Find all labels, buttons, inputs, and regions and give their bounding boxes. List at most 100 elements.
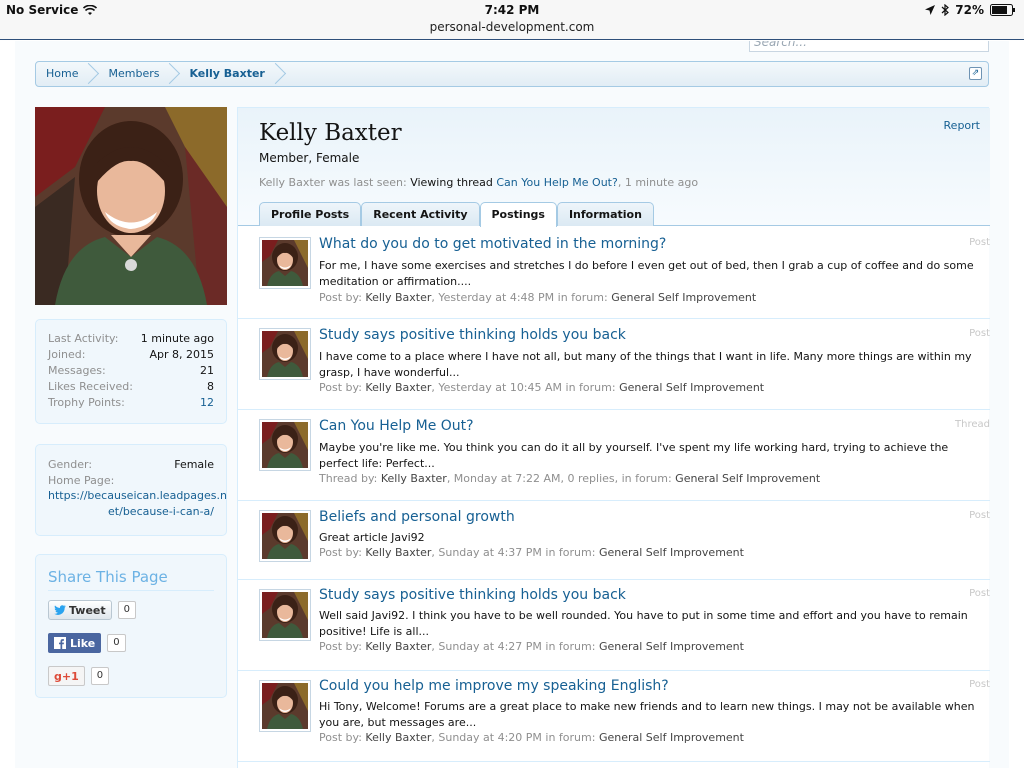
forum-link[interactable]: General Self Improvement (675, 472, 820, 485)
last-seen-prefix: Kelly Baxter was last seen: (259, 176, 407, 189)
twitter-bird-icon (54, 605, 66, 615)
stat-value: 21 (200, 364, 214, 377)
avatar-thumb (262, 422, 308, 468)
author-link[interactable]: Kelly Baxter (365, 291, 431, 304)
homepage-line-1: https://becauseican.leadpages.n (48, 489, 227, 502)
author-link[interactable]: Kelly Baxter (365, 640, 431, 653)
author-link[interactable]: Kelly Baxter (365, 546, 431, 559)
user-title: Member, Female (259, 151, 360, 165)
post-meta: Post by: Kelly Baxter, Sunday at 4:20 PM… (319, 731, 744, 744)
post-snippet: For me, I have some exercises and stretc… (319, 259, 974, 288)
post-meta: Post by: Kelly Baxter, Sunday at 4:37 PM… (319, 546, 744, 559)
meta-date: , Sunday at 4:37 PM in forum: (431, 546, 596, 559)
post-snippet: Great article Javi92 (319, 531, 425, 544)
list-item: Can You Help Me Out? Thread Maybe you're… (238, 410, 990, 501)
post-type: Post (969, 237, 990, 248)
forum-link[interactable]: General Self Improvement (599, 731, 744, 744)
facebook-like-button[interactable]: Like (48, 633, 102, 653)
post-type: Post (969, 328, 990, 339)
search-placeholder: Search... (754, 41, 807, 49)
post-avatar[interactable] (259, 680, 311, 732)
post-title-link[interactable]: What do you do to get motivated in the m… (319, 236, 666, 252)
location-arrow-icon (925, 5, 936, 15)
search-input[interactable]: Search... (749, 41, 989, 52)
battery-icon (990, 4, 1015, 16)
post-type: Thread (955, 419, 990, 430)
tweet-count: 0 (117, 601, 137, 619)
last-seen-action: Viewing thread (410, 176, 493, 189)
postings-list: What do you do to get motivated in the m… (238, 228, 990, 762)
stat-trophy-points: Trophy Points: 12 (48, 396, 214, 412)
meta-prefix: Post by: (319, 640, 362, 653)
list-item: Study says positive thinking holds you b… (238, 580, 990, 671)
post-avatar[interactable] (259, 328, 311, 380)
trophy-points-link[interactable]: 12 (200, 396, 214, 412)
post-meta: Thread by: Kelly Baxter, Monday at 7:22 … (319, 472, 820, 485)
author-link[interactable]: Kelly Baxter (365, 381, 431, 394)
forum-link[interactable]: General Self Improvement (611, 291, 756, 304)
breadcrumb: Home Members Kelly Baxter ⇗ (35, 61, 989, 87)
profile-header: Kelly Baxter Member, Female Report Kelly… (238, 108, 990, 227)
page-title: Kelly Baxter (259, 120, 402, 146)
report-link[interactable]: Report (944, 119, 980, 132)
tab-profile-posts[interactable]: Profile Posts (259, 202, 362, 226)
google-plus-button[interactable]: g +1 (48, 666, 85, 686)
post-snippet: Well said Javi92. I think you have to be… (319, 609, 968, 638)
forum-link[interactable]: General Self Improvement (619, 381, 764, 394)
homepage-label: Home Page: (48, 474, 115, 487)
post-title-link[interactable]: Beliefs and personal growth (319, 509, 515, 525)
avatar[interactable] (35, 107, 227, 305)
list-item: Could you help me improve my speaking En… (238, 671, 990, 762)
profile-photo (35, 107, 227, 305)
stat-label: Trophy Points: (48, 396, 125, 409)
tab-recent-activity[interactable]: Recent Activity (361, 202, 480, 226)
homepage-line-2: et/because-i-can-a/ (108, 505, 214, 518)
post-title-link[interactable]: Study says positive thinking holds you b… (319, 327, 626, 343)
post-avatar[interactable] (259, 237, 311, 289)
tab-information[interactable]: Information (556, 202, 654, 226)
post-title-link[interactable]: Could you help me improve my speaking En… (319, 678, 669, 694)
google-plus-icon: g (54, 669, 62, 683)
stat-label: Joined: (48, 348, 86, 361)
address-bar-url[interactable]: personal-development.com (0, 20, 1024, 34)
profile-tabs: Profile Posts Recent Activity Postings I… (259, 202, 654, 227)
stat-value: Apr 8, 2015 (149, 348, 214, 361)
meta-prefix: Post by: (319, 381, 362, 394)
tab-postings[interactable]: Postings (479, 202, 557, 227)
avatar-thumb (262, 240, 308, 286)
post-title-link[interactable]: Study says positive thinking holds you b… (319, 587, 626, 603)
post-type: Post (969, 510, 990, 521)
post-snippet: I have come to a place where I have not … (319, 350, 972, 379)
post-meta: Post by: Kelly Baxter, Sunday at 4:27 PM… (319, 640, 744, 653)
breadcrumb-members[interactable]: Members (90, 62, 171, 86)
avatar-thumb (262, 683, 308, 729)
stat-value: 1 minute ago (140, 332, 214, 345)
meta-date: , Yesterday at 10:45 AM in forum: (431, 381, 616, 394)
breadcrumb-home[interactable]: Home (36, 62, 90, 86)
breadcrumb-current[interactable]: Kelly Baxter (171, 62, 276, 86)
stat-label: Last Activity: (48, 332, 119, 345)
list-item: Beliefs and personal growth Post Great a… (238, 501, 990, 580)
share-title: Share This Page (48, 568, 214, 591)
gender-label: Gender: (48, 458, 93, 471)
stat-joined: Joined: Apr 8, 2015 (48, 348, 214, 364)
last-seen-time: , 1 minute ago (617, 176, 699, 189)
post-snippet: Maybe you're like me. You think you can … (319, 441, 949, 470)
meta-prefix: Post by: (319, 731, 362, 744)
status-bar: No Service 7:42 PM personal-development.… (0, 0, 1024, 40)
post-title-link[interactable]: Can You Help Me Out? (319, 418, 474, 434)
post-avatar[interactable] (259, 419, 311, 471)
forum-link[interactable]: General Self Improvement (599, 640, 744, 653)
jump-to-icon[interactable]: ⇗ (969, 67, 982, 80)
author-link[interactable]: Kelly Baxter (365, 731, 431, 744)
tweet-button[interactable]: Tweet (48, 600, 112, 620)
post-avatar[interactable] (259, 589, 311, 641)
forum-link[interactable]: General Self Improvement (599, 546, 744, 559)
homepage-link[interactable]: https://becauseican.leadpages.n et/becau… (48, 488, 227, 520)
gplus-label: +1 (61, 669, 79, 683)
author-link[interactable]: Kelly Baxter (381, 472, 447, 485)
last-seen-thread-link[interactable]: Can You Help Me Out? (496, 176, 617, 189)
stat-label: Likes Received: (48, 380, 133, 393)
post-avatar[interactable] (259, 510, 311, 562)
share-row-gplus: g +1 0 (48, 665, 214, 687)
